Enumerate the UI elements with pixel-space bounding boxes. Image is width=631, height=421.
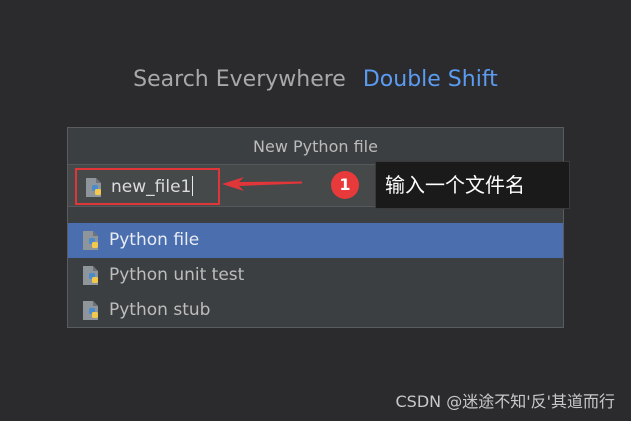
annotation-callout: 输入一个文件名 bbox=[375, 161, 570, 209]
kind-item-python-unit-test[interactable]: Python unit test bbox=[68, 258, 563, 293]
new-python-file-dialog: New Python file new_file1 Python file Py… bbox=[67, 127, 564, 328]
step-badge: 1 bbox=[331, 171, 359, 199]
kind-item-python-file[interactable]: Python file bbox=[68, 223, 563, 258]
file-kind-list: Python file Python unit test Python stub bbox=[68, 223, 563, 328]
file-name-value: new_file1 bbox=[111, 176, 194, 197]
python-file-icon bbox=[81, 265, 101, 286]
hint-label: Search Everywhere bbox=[133, 67, 346, 92]
file-name-input[interactable]: new_file1 bbox=[75, 168, 220, 205]
kind-item-python-stub[interactable]: Python stub bbox=[68, 293, 563, 328]
csdn-watermark: CSDN @迷途不知'反'其道而行 bbox=[395, 392, 615, 411]
kind-label: Python stub bbox=[109, 300, 211, 320]
text-caret bbox=[192, 176, 194, 196]
hint-shortcut: Double Shift bbox=[362, 67, 498, 92]
python-file-icon bbox=[84, 177, 104, 198]
kind-label: Python unit test bbox=[109, 265, 245, 285]
search-everywhere-hint: Search Everywhere Double Shift bbox=[0, 67, 631, 92]
dialog-title: New Python file bbox=[253, 137, 378, 156]
python-file-icon bbox=[81, 300, 101, 321]
annotation-arrow-icon bbox=[222, 177, 302, 191]
python-file-icon bbox=[81, 230, 101, 251]
kind-label: Python file bbox=[109, 230, 200, 250]
